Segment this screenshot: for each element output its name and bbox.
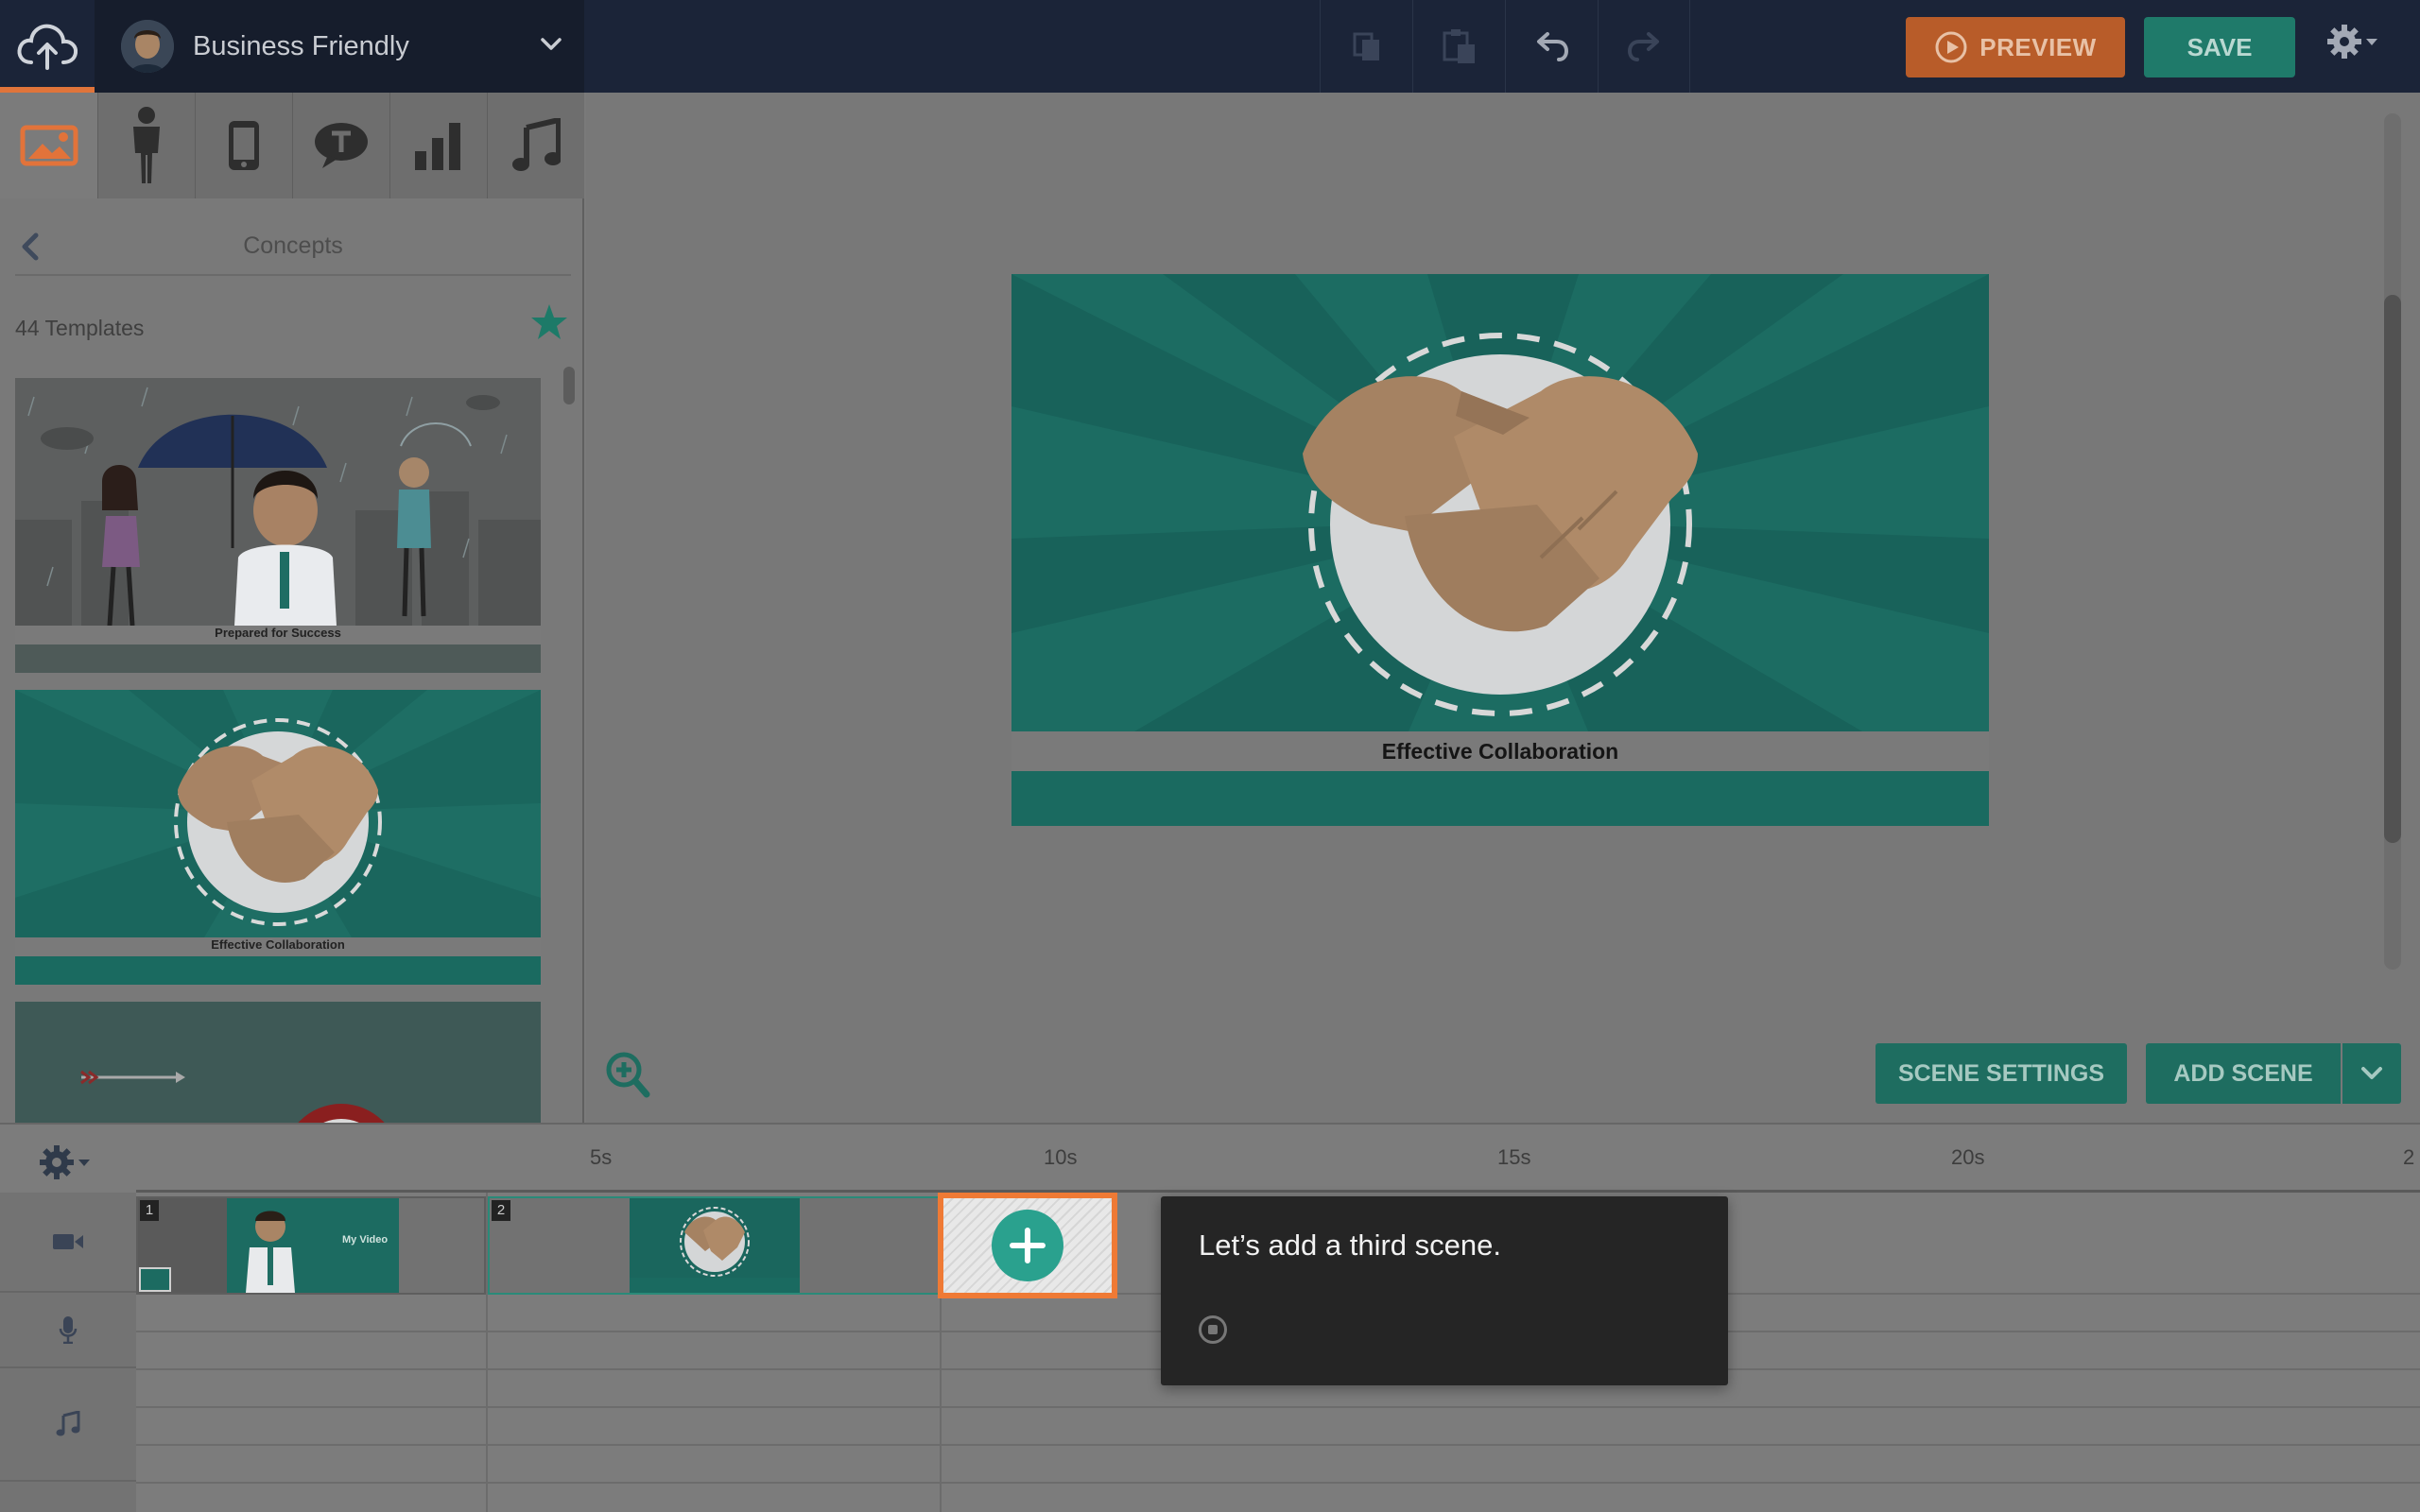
music-note-icon: [512, 118, 561, 171]
ruler-label: 5s: [590, 1145, 613, 1169]
add-scene-slot[interactable]: [938, 1193, 1117, 1298]
save-label: SAVE: [2187, 32, 2253, 61]
template-card[interactable]: Prepared for Success: [15, 378, 541, 673]
scene-clip-1[interactable]: 1 My Video: [136, 1196, 486, 1295]
library-tabs: [0, 93, 584, 198]
theme-name: Business Friendly: [193, 30, 409, 61]
scene-settings-button[interactable]: SCENE SETTINGS: [1876, 1043, 2127, 1104]
canvas-caption[interactable]: Effective Collaboration: [1011, 731, 1989, 771]
voice-track-header: [0, 1293, 136, 1368]
ruler-label: 2: [2403, 1145, 2415, 1169]
tab-charts[interactable]: [389, 93, 487, 198]
template-card[interactable]: Effective Collaboration: [15, 690, 541, 985]
tab-music[interactable]: [487, 93, 584, 198]
chart-icon: [415, 123, 460, 170]
template-caption: Effective Collaboration: [211, 937, 345, 952]
template-caption: Prepared for Success: [215, 626, 341, 640]
add-scene-plus-button[interactable]: [992, 1210, 1063, 1281]
character-icon: [133, 107, 160, 183]
template-count: 44 Templates: [15, 316, 145, 340]
tab-templates[interactable]: [0, 93, 97, 198]
save-button[interactable]: SAVE: [2144, 17, 2295, 77]
preview-label: PREVIEW: [1979, 32, 2097, 61]
timeline-settings-button[interactable]: [38, 1143, 93, 1181]
cloud-upload-icon: [17, 24, 78, 70]
caret-down-icon: [78, 1160, 90, 1166]
image-icon: [20, 125, 78, 166]
ruler-label: 20s: [1951, 1145, 1985, 1169]
scene-number: 2: [492, 1200, 510, 1221]
add-scene-label: ADD SCENE: [2173, 1059, 2313, 1087]
music-note-icon: [56, 1411, 80, 1436]
time-ruler[interactable]: 5s 10s 15s 20s 2: [136, 1125, 2420, 1193]
microphone-icon: [59, 1316, 78, 1344]
theme-avatar: [121, 20, 174, 73]
tab-characters[interactable]: [97, 93, 195, 198]
settings-menu-button[interactable]: [2325, 23, 2380, 60]
scene-number: 1: [140, 1200, 159, 1221]
undo-icon: [1536, 32, 1568, 61]
play-circle-icon: [1935, 31, 1967, 63]
canvas-footer-band: [1011, 771, 1989, 826]
phone-icon: [229, 121, 259, 170]
step-indicator-dot[interactable]: [1199, 1315, 1227, 1344]
redo-button[interactable]: [1598, 0, 1690, 93]
gear-icon: [2327, 25, 2361, 59]
caret-down-icon: [2366, 39, 2377, 45]
template-scrollbar[interactable]: [563, 367, 575, 404]
panel-header: Concepts: [15, 215, 571, 276]
asset-library-panel: Concepts 44 Templates Prepared for Succe…: [0, 93, 584, 1123]
redo-icon: [1627, 32, 1659, 61]
zoom-in-icon[interactable]: [605, 1051, 650, 1098]
template-card[interactable]: [15, 1002, 541, 1123]
scene-caption: My Video: [342, 1234, 389, 1246]
paste-button[interactable]: [1412, 0, 1505, 93]
onboarding-tooltip: Let’s add a third scene.: [1161, 1196, 1728, 1385]
video-track-header: [0, 1193, 136, 1293]
chevron-down-icon: [541, 38, 562, 50]
star-icon[interactable]: [529, 302, 569, 342]
chevron-down-icon: [2361, 1067, 2382, 1079]
cloud-upload-button[interactable]: [0, 0, 95, 93]
ruler-label: 15s: [1497, 1145, 1531, 1169]
scene-thumbnail: [138, 1198, 399, 1293]
preview-button[interactable]: PREVIEW: [1906, 17, 2125, 77]
edit-toolbar: [1320, 0, 1690, 93]
scene-canvas[interactable]: Effective Collaboration: [1011, 274, 1989, 826]
paste-icon: [1443, 29, 1475, 63]
undo-button[interactable]: [1505, 0, 1598, 93]
video-camera-icon: [53, 1234, 83, 1249]
theme-dropdown[interactable]: Business Friendly: [95, 0, 584, 93]
add-scene-button[interactable]: ADD SCENE: [2146, 1043, 2341, 1104]
music-track-header: [0, 1368, 136, 1482]
track-header-column: [0, 1193, 136, 1512]
scene-clip-2[interactable]: 2: [488, 1196, 940, 1295]
copy-button[interactable]: [1320, 0, 1412, 93]
scene-thumbnail: [630, 1198, 800, 1293]
speech-bubble-icon: [315, 123, 368, 168]
panel-title: Concepts: [243, 232, 343, 259]
plus-icon: [1010, 1228, 1046, 1263]
tooltip-message: Let’s add a third scene.: [1199, 1228, 1501, 1262]
scene-artwork: [1011, 274, 1989, 731]
stage-scrollbar-thumb[interactable]: [2384, 295, 2401, 843]
copy-icon: [1353, 32, 1379, 60]
scene-settings-label: SCENE SETTINGS: [1897, 1059, 2105, 1087]
ruler-label: 10s: [1044, 1145, 1078, 1169]
template-thumbnail: [15, 1002, 541, 1123]
top-bar: Business Friendly PREVIEW SAVE: [0, 0, 2420, 93]
add-scene-dropdown-button[interactable]: [2342, 1043, 2401, 1104]
gear-icon: [40, 1145, 74, 1179]
tab-props[interactable]: [195, 93, 292, 198]
tab-text[interactable]: [292, 93, 389, 198]
